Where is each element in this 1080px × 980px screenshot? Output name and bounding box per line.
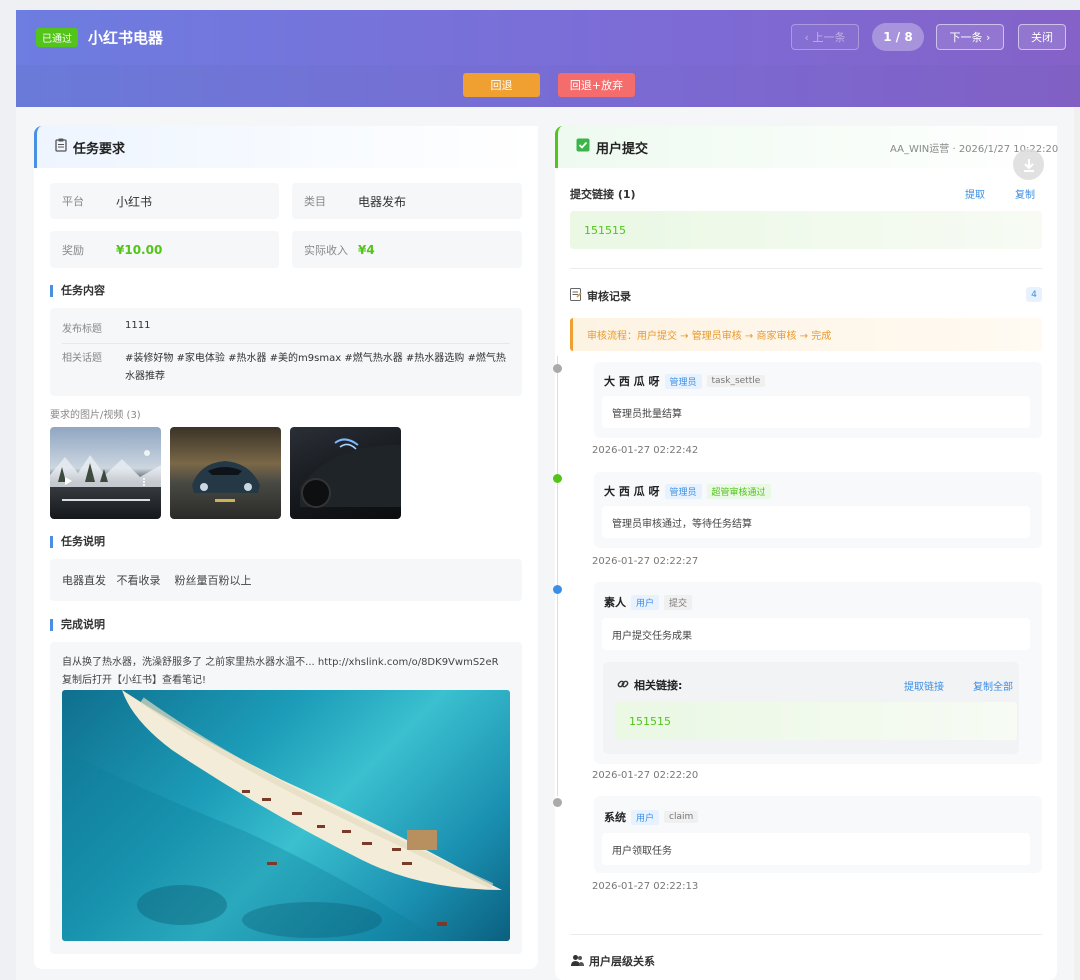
income-field: 实际收入 ¥4 [292,231,522,268]
action-tag: task_settle [706,375,766,387]
user-submission-title: 用户提交 [596,141,649,157]
download-icon[interactable] [1013,149,1044,180]
task-desc-title: 任务说明 [50,536,105,548]
record-message: 管理员审核通过，等待任务结算 [602,506,1030,538]
platform-value: 小红书 [116,194,153,209]
user-hierarchy-title: 用户层级关系 [571,953,655,969]
review-record-3: 素人 用户 提交 用户提交任务成果 相关链接: 提取链接 复制全部 151515 [594,582,1042,764]
divider [570,934,1042,935]
users-icon [571,954,584,969]
page-title: 小红书电器 [88,29,164,47]
action-bar: 回退 回退+放弃 [16,65,1080,107]
record-time: 2026-01-27 02:22:20 [592,770,699,781]
role-tag: 用户 [631,594,660,610]
status-badge: 已通过 [36,28,78,47]
record-time: 2026-01-27 02:22:27 [592,556,699,567]
completion-title: 完成说明 [50,619,105,631]
record-message: 用户提交任务成果 [602,618,1030,650]
review-record-1: 大 西 瓜 呀 管理员 task_settle 管理员批量结算 [594,362,1042,438]
timeline-dot [553,364,562,373]
timeline-line [557,356,558,796]
submitted-link-value[interactable]: 151515 [570,211,1042,249]
platform-field: 平台 小红书 [50,183,279,219]
memo-icon [570,288,582,304]
media-thumbnail-car-front[interactable] [170,427,281,519]
copy-link[interactable]: 复制 [1015,186,1035,201]
income-value: ¥4 [358,242,375,257]
beach-image[interactable] [62,690,510,941]
record-author: 大 西 瓜 呀 [604,485,660,498]
media-thumbnail-video[interactable] [50,427,161,519]
completion-text-line2: 复制后打开【小红书】查看笔记! [62,675,207,686]
dark-car-image [300,438,401,508]
income-key: 实际收入 [304,243,348,257]
clipboard-icon [55,138,67,156]
timeline-dot [553,798,562,807]
link-icon [617,678,629,693]
extract-links-button[interactable]: 提取链接 [904,678,944,693]
action-tag: 提交 [664,594,693,610]
related-links-label: 相关链接: [634,679,683,692]
record-message: 管理员批量结算 [602,396,1030,428]
role-tag: 用户 [631,809,660,825]
record-author: 大 西 瓜 呀 [604,375,660,388]
reward-field: 奖励 ¥10.00 [50,231,279,268]
category-key: 类目 [304,195,326,208]
submit-links-label: 提交链接 (1) [570,188,636,201]
review-flow-banner: 审核流程：用户提交 → 管理员审核 → 商家审核 → 完成 [570,318,1042,351]
copy-all-button[interactable]: 复制全部 [973,678,1013,693]
role-tag: 管理员 [664,373,702,389]
review-records-title: 审核记录 [570,288,631,304]
role-tag: 管理员 [664,483,702,499]
timeline-dot [553,474,562,483]
category-value: 电器发布 [358,194,407,209]
category-field: 类目 电器发布 [292,183,522,219]
record-message: 用户领取任务 [602,833,1030,865]
task-content-title: 任务内容 [50,285,105,297]
beach-illustration [62,690,502,941]
reward-value: ¥10.00 [116,242,163,257]
media-label: 要求的图片/视频 (3) [50,410,141,421]
divider [570,268,1042,269]
media-thumbnail-car-dark[interactable] [290,427,401,519]
divider [62,343,510,344]
action-tag: 超管审核通过 [706,483,771,499]
action-tag: claim [664,811,699,823]
post-title-key: 发布标题 [62,324,102,335]
record-time: 2026-01-27 02:22:42 [592,445,699,456]
completion-text-line1: 自从换了热水器，洗澡舒服多了 之前家里热水器水温不... http://xhsl… [62,657,499,668]
task-requirements-header: 任务要求 [34,126,538,168]
user-hierarchy-label: 用户层级关系 [589,955,655,968]
post-title-value: 1111 [125,320,151,331]
winter-scene-image [50,450,161,501]
task-requirements-title: 任务要求 [73,141,126,157]
task-desc-box: 电器直发 不看收录 粉丝量百粉以上 [50,559,522,601]
timeline-dot [553,585,562,594]
extract-link[interactable]: 提取 [965,186,985,201]
reward-key: 奖励 [62,243,84,257]
modal-header: 已通过 小红书电器 ‹ 上一条 1 / 8 下一条 › 关闭 [16,10,1080,65]
topics-key: 相关话题 [62,353,102,364]
topics-value: #装修好物 #家电体验 #热水器 #美的m9smax #燃气热水器 #热水器选购… [125,353,506,382]
record-author: 素人 [604,596,626,609]
record-time: 2026-01-27 02:22:13 [592,881,699,892]
scrollbar[interactable] [1074,107,1080,980]
task-content-box: 发布标题 1111 相关话题 #装修好物 #家电体验 #热水器 #美的m9sma… [50,308,522,396]
checkbox-checked-icon [576,138,590,156]
next-button[interactable]: 下一条 › [936,24,1004,50]
close-button[interactable]: 关闭 [1018,24,1066,50]
sports-car-image [192,461,260,502]
review-count-badge: 4 [1026,287,1042,302]
review-record-2: 大 西 瓜 呀 管理员 超管审核通过 管理员审核通过，等待任务结算 [594,472,1042,548]
related-link-value[interactable]: 151515 [615,702,1017,740]
record-author: 系统 [604,811,626,824]
rollback-abandon-button[interactable]: 回退+放弃 [558,73,635,97]
rollback-button[interactable]: 回退 [463,73,540,97]
review-record-4: 系统 用户 claim 用户领取任务 [594,796,1042,873]
related-links-box: 相关链接: 提取链接 复制全部 151515 [603,662,1019,754]
pager-indicator: 1 / 8 [872,23,924,51]
prev-button[interactable]: ‹ 上一条 [791,24,859,50]
review-records-label: 审核记录 [587,290,631,303]
platform-key: 平台 [62,195,84,208]
